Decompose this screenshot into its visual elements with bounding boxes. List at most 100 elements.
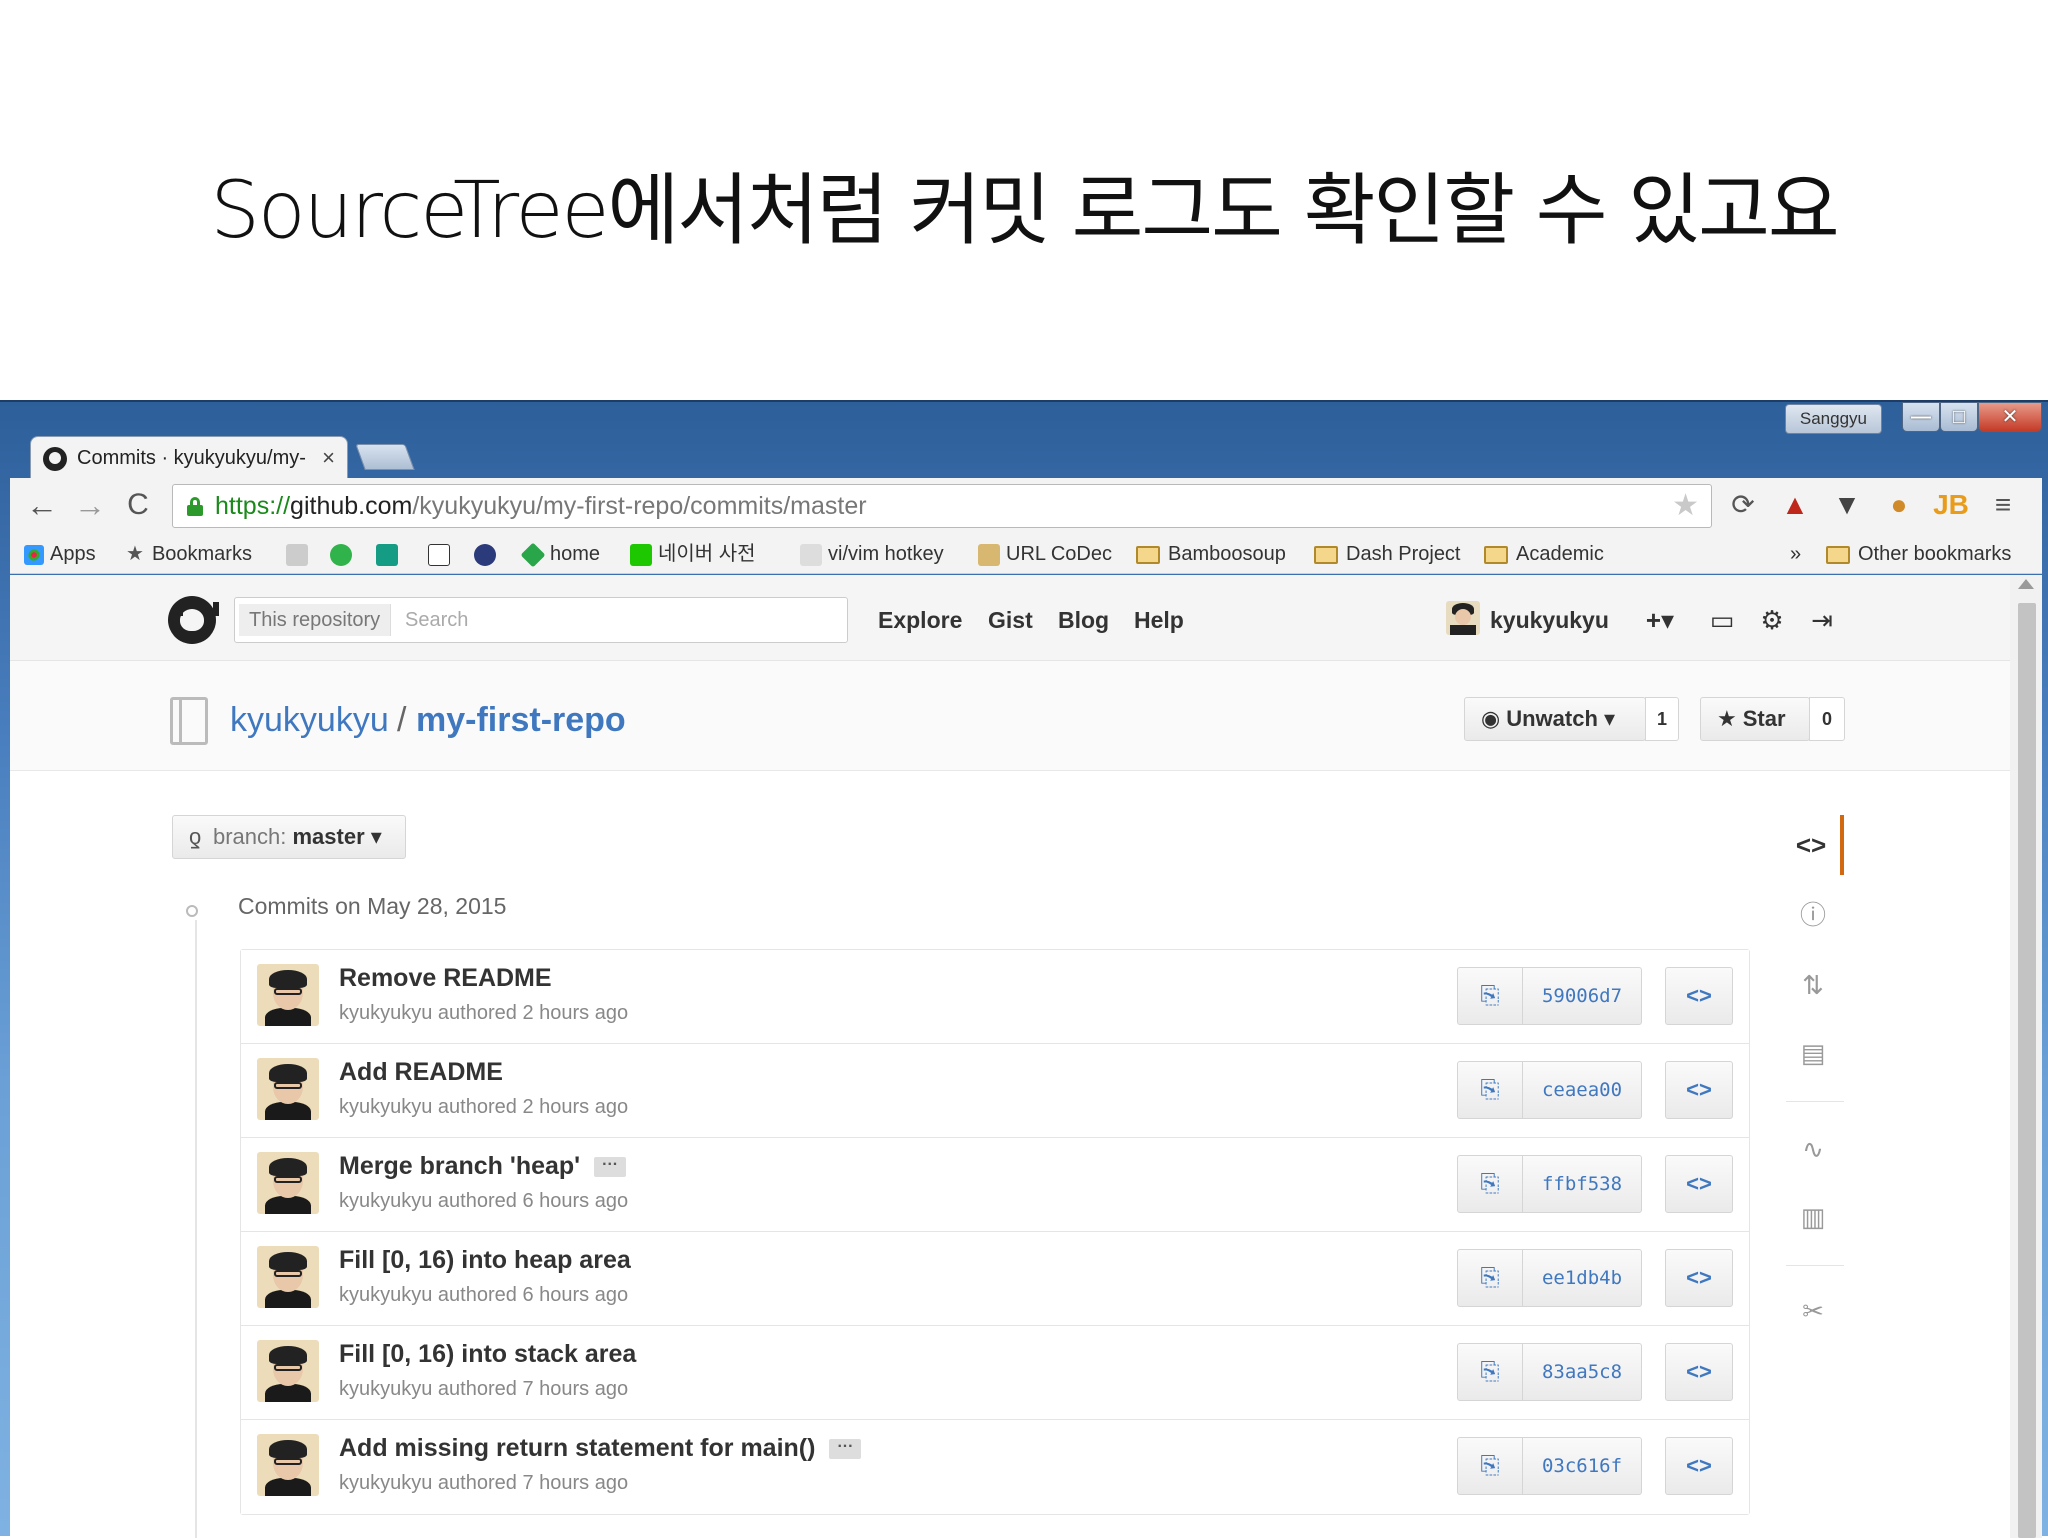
branch-select-button[interactable]: ƍ branch: master ▾	[172, 815, 406, 859]
commit-title[interactable]: Remove README	[339, 964, 552, 992]
bookmark-urlcodec[interactable]: URL CoDec	[978, 534, 1112, 574]
browse-code-button[interactable]: <>	[1665, 1155, 1733, 1213]
commit-sha-link[interactable]: ee1db4b	[1522, 1249, 1642, 1307]
pocket-icon[interactable]: ▼	[1828, 486, 1866, 524]
commit-sha-link[interactable]: 03c616f	[1522, 1437, 1642, 1495]
browse-code-button[interactable]: <>	[1665, 967, 1733, 1025]
copy-sha-button[interactable]: ⎘	[1457, 1155, 1523, 1213]
commit-author[interactable]: kyukyukyu	[339, 1378, 432, 1400]
copy-sha-button[interactable]: ⎘	[1457, 1343, 1523, 1401]
bookmark-other[interactable]: Other bookmarks	[1826, 534, 2011, 574]
cookie-icon[interactable]: ●	[1880, 486, 1918, 524]
maximize-button[interactable]: □	[1940, 402, 1978, 432]
avatar[interactable]	[257, 1434, 319, 1496]
side-nav-graphs-icon[interactable]: ▥	[1782, 1187, 1844, 1247]
bookmark-home[interactable]: home	[520, 534, 600, 574]
new-tab-button[interactable]	[355, 444, 415, 470]
reload-button[interactable]: C	[118, 486, 158, 526]
scrollbar[interactable]	[2010, 575, 2042, 1538]
commit-sha-link[interactable]: ceaea00	[1522, 1061, 1642, 1119]
bookmark-bookmarks[interactable]: ★ Bookmarks	[126, 534, 252, 574]
expand-message-button[interactable]: ···	[829, 1439, 862, 1460]
bookmark-naver[interactable]: 네이버 사전	[630, 534, 756, 574]
scroll-thumb[interactable]	[2018, 603, 2036, 1538]
copy-sha-button[interactable]: ⎘	[1457, 967, 1523, 1025]
inbox-icon[interactable]: ▭	[1702, 597, 1742, 643]
search-box[interactable]: This repository Search	[234, 597, 848, 643]
address-bar[interactable]: https://github.com/kyukyukyu/my-first-re…	[172, 484, 1712, 528]
side-nav-pull-requests-icon[interactable]: ⇅	[1782, 955, 1844, 1015]
commit-title[interactable]: Merge branch 'heap'	[339, 1152, 580, 1180]
commit-sha-link[interactable]: 83aa5c8	[1522, 1343, 1642, 1401]
copy-sha-button[interactable]: ⎘	[1457, 1061, 1523, 1119]
side-nav-wiki-icon[interactable]: ▤	[1782, 1023, 1844, 1083]
browse-code-button[interactable]: <>	[1665, 1249, 1733, 1307]
unwatch-button[interactable]: ◉ Unwatch ▾	[1464, 697, 1646, 741]
nav-gist[interactable]: Gist	[988, 597, 1033, 643]
repo-owner-link[interactable]: kyukyukyu	[230, 701, 389, 740]
search-input[interactable]: Search	[405, 598, 468, 642]
nav-explore[interactable]: Explore	[878, 597, 962, 643]
scroll-up-icon[interactable]	[2018, 579, 2034, 589]
avatar[interactable]	[257, 1246, 319, 1308]
side-nav-settings-icon[interactable]: ✂	[1782, 1281, 1844, 1341]
side-nav-code-icon[interactable]: <>	[1782, 815, 1844, 875]
minimize-button[interactable]: —	[1902, 402, 1940, 432]
bookmark-academic[interactable]: Academic	[1484, 534, 1604, 574]
octocat-icon[interactable]	[168, 596, 219, 644]
menu-icon[interactable]: ≡	[1984, 486, 2022, 524]
sync-icon[interactable]: ⟳	[1724, 486, 1762, 524]
copy-sha-button[interactable]: ⎘	[1457, 1249, 1523, 1307]
expand-message-button[interactable]: ···	[594, 1157, 627, 1178]
nav-blog[interactable]: Blog	[1058, 597, 1109, 643]
bookmark-vim[interactable]: vi/vim hotkey	[800, 534, 944, 574]
avatar[interactable]	[257, 1058, 319, 1120]
sign-out-icon[interactable]: ⇥	[1802, 597, 1842, 643]
user-name[interactable]: kyukyukyu	[1490, 597, 1609, 643]
browse-code-button[interactable]: <>	[1665, 1437, 1733, 1495]
bookmark-play[interactable]	[330, 534, 358, 574]
star-button[interactable]: ★ Star	[1700, 697, 1810, 741]
bookmark-apps[interactable]: Apps	[24, 534, 96, 574]
browse-code-button[interactable]: <>	[1665, 1343, 1733, 1401]
avatar[interactable]	[257, 964, 319, 1026]
commit-author[interactable]: kyukyukyu	[339, 1472, 432, 1494]
watch-count[interactable]: 1	[1645, 697, 1679, 741]
bookmark-c[interactable]	[474, 534, 502, 574]
commit-sha-link[interactable]: ffbf538	[1522, 1155, 1642, 1213]
bookmark-dash[interactable]: Dash Project	[1314, 534, 1461, 574]
side-nav-issues-icon[interactable]: ⓘ	[1782, 885, 1844, 945]
commit-author[interactable]: kyukyukyu	[339, 1190, 432, 1212]
avatar[interactable]	[1446, 601, 1480, 635]
bookmark-teal[interactable]	[376, 534, 404, 574]
copy-sha-button[interactable]: ⎘	[1457, 1437, 1523, 1495]
side-nav-pulse-icon[interactable]: ∿	[1782, 1119, 1844, 1179]
hat-icon[interactable]: ▲	[1776, 486, 1814, 524]
avatar[interactable]	[257, 1152, 319, 1214]
window-user-badge[interactable]: Sanggyu	[1784, 404, 1882, 434]
bookmarks-overflow-button[interactable]: »	[1790, 534, 1801, 574]
nav-help[interactable]: Help	[1134, 597, 1184, 643]
bookmark-kmu[interactable]	[428, 534, 456, 574]
close-window-button[interactable]: ✕	[1978, 402, 2042, 432]
back-button[interactable]: ←	[22, 486, 62, 526]
commit-title[interactable]: Add missing return statement for main()	[339, 1434, 815, 1462]
browser-tab-active[interactable]: Commits · kyukyukyu/my- ×	[30, 436, 348, 480]
commit-title[interactable]: Fill [0, 16) into stack area	[339, 1340, 636, 1368]
avatar[interactable]	[257, 1340, 319, 1402]
bookmark-bamboosoup[interactable]: Bamboosoup	[1136, 534, 1286, 574]
tab-close-icon[interactable]: ×	[322, 437, 335, 479]
star-count[interactable]: 0	[1809, 697, 1845, 741]
browse-code-button[interactable]: <>	[1665, 1061, 1733, 1119]
commit-title[interactable]: Add README	[339, 1058, 503, 1086]
bookmark-star-icon[interactable]: ★	[1672, 485, 1699, 527]
commit-author[interactable]: kyukyukyu	[339, 1284, 432, 1306]
create-new-icon[interactable]: +▾	[1636, 597, 1684, 643]
commit-author[interactable]: kyukyukyu	[339, 1096, 432, 1118]
forward-button[interactable]: →	[70, 486, 110, 526]
repo-name-link[interactable]: my-first-repo	[416, 701, 626, 740]
commit-sha-link[interactable]: 59006d7	[1522, 967, 1642, 1025]
gear-icon[interactable]: ⚙	[1752, 597, 1792, 643]
jetbrains-icon[interactable]: JB	[1932, 486, 1970, 524]
bookmark-chart[interactable]	[286, 534, 314, 574]
